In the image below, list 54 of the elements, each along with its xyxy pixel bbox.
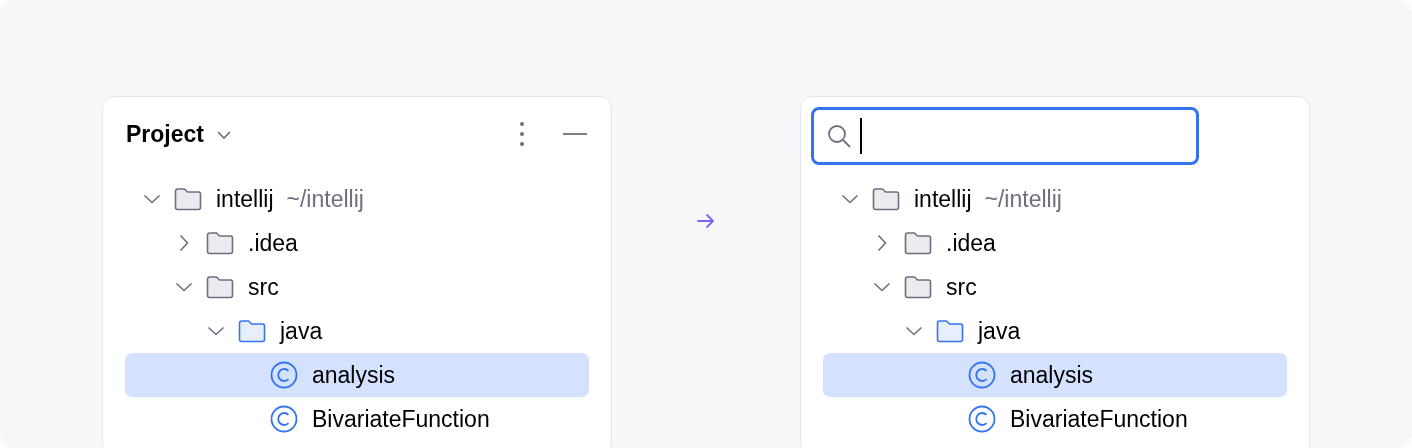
chevron-right-icon[interactable] <box>179 234 189 252</box>
chevron-down-icon[interactable] <box>175 282 193 292</box>
path-hint: ~/intellij <box>286 185 364 213</box>
folder-icon <box>238 319 266 343</box>
tree-item[interactable]: BivariateFunction <box>125 397 589 441</box>
class-icon <box>270 405 298 433</box>
arrow-right-icon <box>696 213 716 229</box>
path-hint: ~/intellij <box>984 185 1062 213</box>
tree-item-label: intellij <box>216 185 274 213</box>
minimize-icon[interactable] <box>563 132 587 136</box>
chevron-down-icon[interactable] <box>905 326 923 336</box>
tree-item-label: analysis <box>1010 361 1094 389</box>
folder-icon <box>206 275 234 299</box>
folder-icon <box>174 187 202 211</box>
chevron-down-icon[interactable] <box>216 130 232 140</box>
chevron-right-icon[interactable] <box>877 234 887 252</box>
chevron-down-icon[interactable] <box>841 194 859 204</box>
tree-item[interactable]: java <box>823 309 1287 353</box>
tree-item-label: src <box>946 273 977 301</box>
folder-icon <box>936 319 964 343</box>
tree-item-label: BivariateFunction <box>312 405 490 433</box>
tree-item[interactable]: intellij ~/intellij <box>125 177 589 221</box>
search-field[interactable] <box>811 107 1199 165</box>
tree-item[interactable]: BivariateFunction <box>823 397 1287 441</box>
tree-item-label: BivariateFunction <box>1010 405 1188 433</box>
tree-item-label: .idea <box>248 229 298 257</box>
folder-icon <box>206 231 234 255</box>
tree-item[interactable]: java <box>125 309 589 353</box>
tree-item-label: .idea <box>946 229 996 257</box>
class-icon <box>270 361 298 389</box>
chevron-down-icon[interactable] <box>207 326 225 336</box>
tree-item[interactable]: src <box>823 265 1287 309</box>
panel-title[interactable]: Project <box>126 120 204 148</box>
more-options-icon[interactable] <box>519 121 525 147</box>
folder-icon <box>872 187 900 211</box>
folder-icon <box>904 275 932 299</box>
class-icon <box>968 405 996 433</box>
tree-item[interactable]: analysis <box>823 353 1287 397</box>
tree-item-label: src <box>248 273 279 301</box>
tree-item-label: analysis <box>312 361 396 389</box>
tree-item-label: java <box>280 317 323 345</box>
tree-item-label: intellij <box>914 185 972 213</box>
tree-item-label: java <box>978 317 1021 345</box>
text-cursor <box>860 118 862 154</box>
tree-item[interactable]: .idea <box>823 221 1287 265</box>
chevron-down-icon[interactable] <box>873 282 891 292</box>
search-icon <box>826 123 852 149</box>
tree-item[interactable]: src <box>125 265 589 309</box>
tree-item[interactable]: analysis <box>125 353 589 397</box>
class-icon <box>968 361 996 389</box>
folder-icon <box>904 231 932 255</box>
tree-item[interactable]: intellij ~/intellij <box>823 177 1287 221</box>
chevron-down-icon[interactable] <box>143 194 161 204</box>
tree-item[interactable]: .idea <box>125 221 589 265</box>
